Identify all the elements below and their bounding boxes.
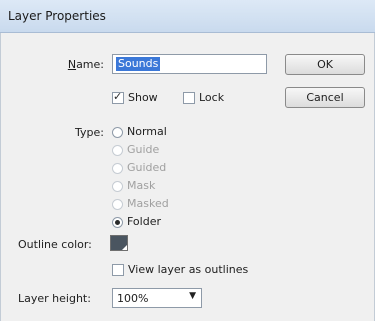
view-outlines-label: View layer as outlines — [128, 263, 249, 276]
lock-label: Lock — [199, 91, 225, 104]
show-label: Show — [128, 91, 158, 104]
dialog-title: Layer Properties — [8, 9, 106, 23]
outline-color-label: Outline color: — [18, 238, 92, 251]
type-guide-radio[interactable] — [112, 145, 123, 156]
type-guided-label: Guided — [127, 161, 167, 174]
type-folder-label: Folder — [127, 215, 161, 228]
type-masked-radio[interactable] — [112, 199, 123, 210]
type-folder-radio[interactable] — [112, 217, 123, 228]
layer-height-label: Layer height: — [18, 292, 91, 305]
name-label: Name: — [67, 58, 104, 71]
swatch-dropdown-corner — [122, 245, 127, 250]
name-label-rest: ame: — [76, 58, 104, 71]
layer-properties-dialog: Layer Properties Name: Sounds OK Cancel … — [0, 0, 375, 321]
type-mask-label: Mask — [127, 179, 156, 192]
cancel-button[interactable]: Cancel — [285, 87, 365, 108]
layer-height-select[interactable]: 100% ▼ — [112, 288, 202, 308]
dropdown-arrow-icon: ▼ — [189, 291, 196, 301]
name-input[interactable]: Sounds — [112, 54, 267, 74]
checkmark-icon: ✓ — [113, 90, 123, 103]
show-checkbox[interactable]: ✓ — [112, 90, 124, 104]
dialog-body — [0, 33, 375, 321]
type-guide-label: Guide — [127, 143, 160, 156]
type-mask-radio[interactable] — [112, 181, 123, 192]
name-input-value: Sounds — [116, 57, 161, 71]
title-bar: Layer Properties — [0, 0, 375, 33]
type-guided-radio[interactable] — [112, 163, 123, 174]
layer-height-value: 100% — [117, 292, 149, 305]
radio-selected-dot — [115, 220, 120, 225]
type-normal-radio[interactable] — [112, 127, 123, 138]
lock-checkbox[interactable] — [183, 92, 195, 104]
type-label: Type: — [75, 126, 104, 139]
ok-button[interactable]: OK — [285, 54, 365, 75]
view-outlines-checkbox[interactable] — [112, 264, 124, 276]
type-normal-label: Normal — [127, 125, 167, 138]
type-masked-label: Masked — [127, 197, 169, 210]
outline-color-swatch[interactable] — [110, 235, 128, 251]
